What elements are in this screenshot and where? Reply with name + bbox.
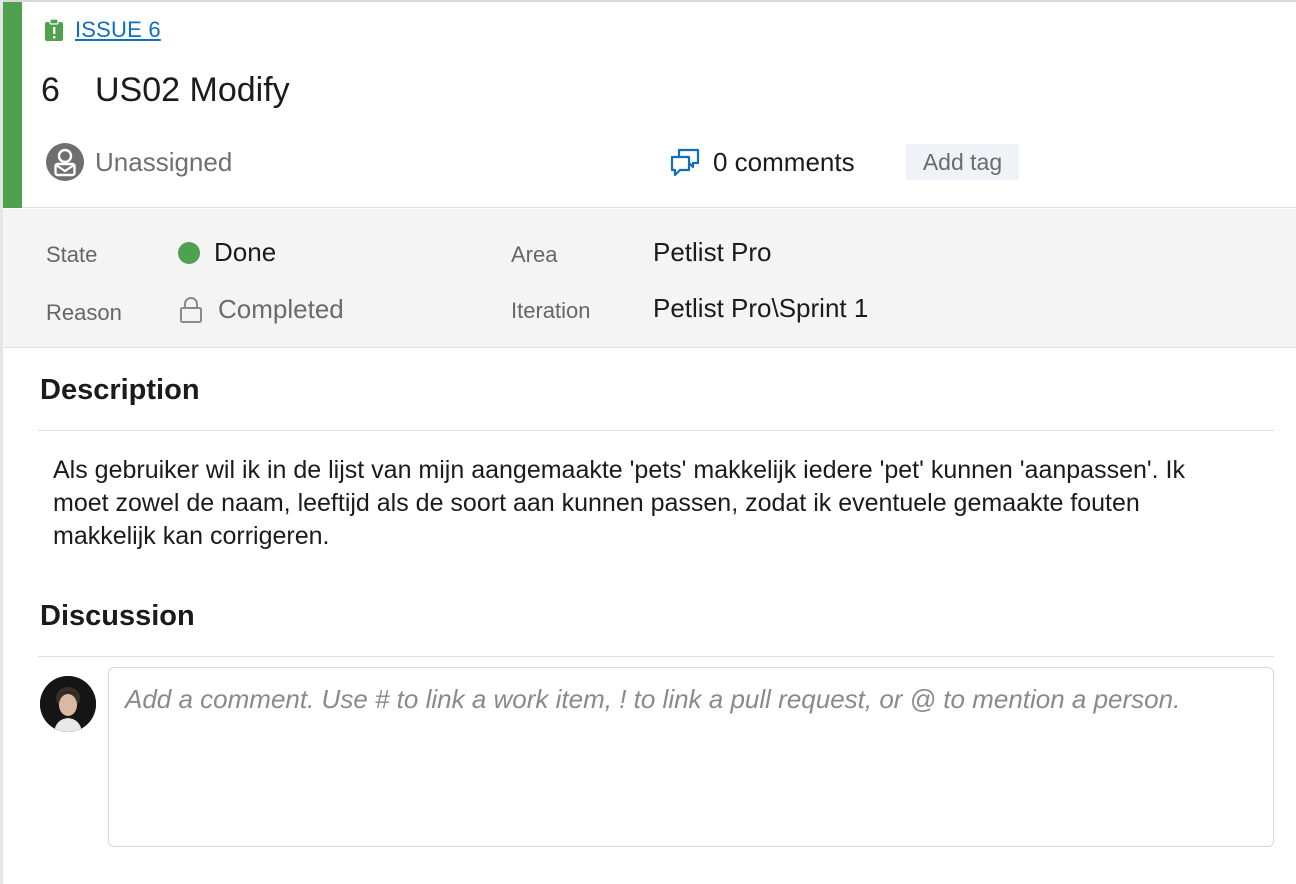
area-label: Area — [511, 242, 558, 267]
state-field[interactable]: Done — [178, 237, 276, 268]
issue-clipboard-icon — [45, 18, 63, 41]
area-field[interactable]: Petlist Pro — [653, 237, 772, 268]
unassigned-user-icon — [46, 143, 84, 181]
lock-icon — [180, 296, 202, 323]
reason-value: Completed — [218, 294, 344, 324]
work-item-panel: ISSUE 6 6 US02 Modify Unassigned 0 comme… — [3, 2, 1296, 884]
discussion-heading: Discussion — [40, 600, 195, 632]
work-item-form: ISSUE 6 6 US02 Modify Unassigned 0 comme… — [0, 0, 1296, 884]
state-indicator-dot — [178, 241, 200, 264]
iteration-value: Petlist Pro\Sprint 1 — [653, 293, 869, 323]
add-tag-button[interactable]: Add tag — [906, 144, 1019, 180]
comments-icon — [670, 148, 700, 177]
work-item-title-row: 6 US02 Modify — [41, 68, 290, 112]
area-value: Petlist Pro — [653, 237, 772, 267]
assigned-to-field[interactable]: Unassigned — [45, 142, 232, 182]
iteration-field[interactable]: Petlist Pro\Sprint 1 — [653, 293, 868, 324]
reason-field: Completed — [178, 294, 344, 325]
comments-link[interactable]: 0 comments — [669, 142, 855, 182]
work-item-header: ISSUE 6 6 US02 Modify Unassigned 0 comme… — [3, 2, 1296, 208]
description-body[interactable]: Als gebruiker wil ik in de lijst van mij… — [53, 454, 1233, 553]
comment-placeholder: Add a comment. Use # to link a work item… — [125, 684, 1181, 714]
work-item-type-link[interactable]: ISSUE 6 — [75, 17, 161, 43]
discussion-divider — [38, 656, 1274, 657]
user-avatar-photo — [40, 676, 96, 732]
state-label: State — [46, 242, 98, 267]
work-item-fields: State Done Reason Completed Area Petlist… — [3, 209, 1296, 348]
description-divider — [38, 430, 1274, 431]
work-item-id: 6 — [41, 70, 60, 109]
description-heading: Description — [40, 374, 200, 406]
comments-count: 0 comments — [713, 146, 855, 177]
assignee-name: Unassigned — [95, 146, 233, 177]
iteration-label: Iteration — [511, 298, 591, 323]
state-value: Done — [214, 237, 277, 267]
user-avatar — [40, 676, 96, 732]
reason-label: Reason — [46, 300, 122, 325]
work-item-type-color-bar — [3, 2, 22, 208]
work-item-meta: Unassigned 0 comments Add tag — [45, 142, 1285, 184]
work-item-type: ISSUE 6 — [43, 16, 161, 44]
work-item-title[interactable]: US02 Modify — [95, 71, 290, 110]
comment-input[interactable]: Add a comment. Use # to link a work item… — [108, 667, 1274, 847]
